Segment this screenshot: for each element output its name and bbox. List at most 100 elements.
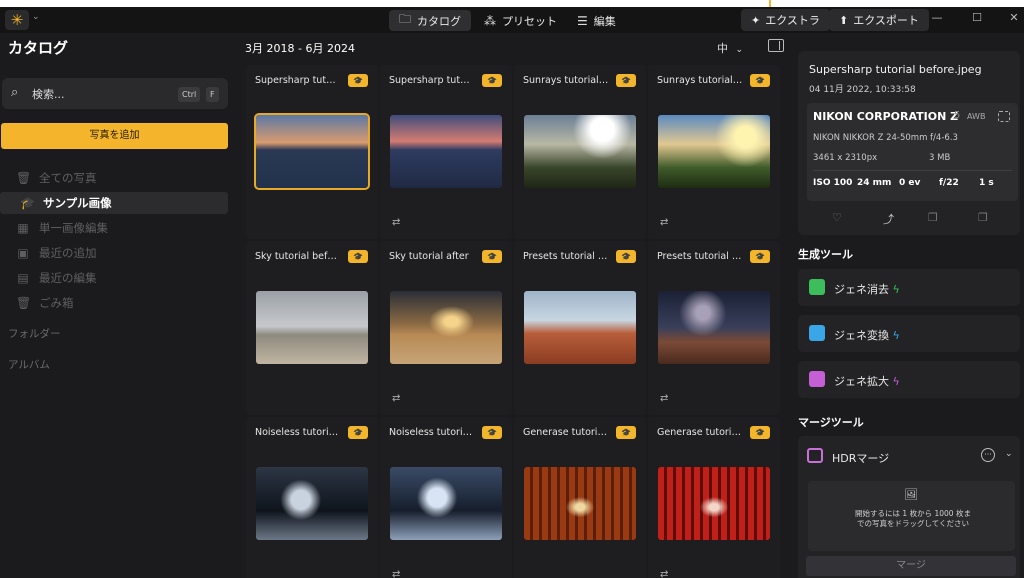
- gen-transform-button[interactable]: ジェネ変換 ϟ: [798, 315, 1020, 352]
- sidebar-item-trash[interactable]: 🗑 ごみ箱: [16, 292, 74, 314]
- photo-thumbnail[interactable]: [390, 467, 502, 540]
- camera-model-suffix: 5: [954, 110, 961, 121]
- photo-card[interactable]: Noiseless tutorial before.jpeg 🎓: [246, 417, 378, 578]
- photo-card[interactable]: Sky tutorial before 🎓: [246, 241, 378, 415]
- extra-label: エクストラ: [765, 14, 820, 27]
- text-cursor: [769, 0, 771, 7]
- photo-thumbnail[interactable]: [658, 115, 770, 188]
- photo-title: Generase tutorial before.jpeg: [523, 427, 609, 438]
- extra-button[interactable]: ✦ エクストラ: [741, 9, 830, 31]
- sidebar-item-recent-added[interactable]: ▣ 最近の追加: [16, 242, 96, 264]
- sidebar-item-recent-edited[interactable]: ▤ 最近の編集: [16, 267, 97, 289]
- chevron-down-icon[interactable]: ⌄: [1005, 449, 1013, 459]
- photo-card[interactable]: Supersharp tutorial after.jpeg 🎓 ⇄: [380, 65, 512, 239]
- photo-card[interactable]: Presets tutorial before.jpeg 🎓: [514, 241, 646, 415]
- photo-thumbnail[interactable]: [256, 291, 368, 364]
- copy-icon[interactable]: ❐: [928, 211, 938, 224]
- edited-sliders-icon: ⇄: [660, 217, 669, 228]
- photo-thumbnail[interactable]: [254, 113, 370, 190]
- tool-label: ジェネ拡大 ϟ: [834, 375, 900, 388]
- edited-sliders-icon: ⇄: [392, 217, 401, 228]
- title-bar: ✳ ⌄ 🗀 カタログ ⁂ プリセット ☰ 編集 ✦ エクストラ ⬆ エクスポート…: [0, 7, 1024, 33]
- paste-icon[interactable]: ❐: [978, 211, 988, 224]
- photo-card[interactable]: Sunrays tutorial before.jpeg 🎓: [514, 65, 646, 239]
- photo-thumbnail[interactable]: [524, 115, 636, 188]
- tab-label: 編集: [593, 14, 616, 28]
- camera-maker: NIKON CORPORATION Z: [813, 110, 959, 123]
- photo-thumbnail[interactable]: [524, 467, 636, 540]
- chevron-down-icon[interactable]: ⌄: [32, 12, 40, 22]
- add-photos-button[interactable]: 写真を追加: [1, 123, 228, 149]
- sidebar-item-label: 最近の編集: [39, 271, 97, 285]
- photo-thumbnail[interactable]: [256, 467, 368, 540]
- export-button[interactable]: ⬆ エクスポート: [829, 9, 929, 31]
- graduation-cap-icon: 🎓: [750, 74, 770, 87]
- photo-thumbnail[interactable]: [390, 291, 502, 364]
- zoom-label: 中: [717, 42, 728, 55]
- sparkle-icon: ⁂: [484, 13, 496, 28]
- photo-card[interactable]: Noiseless tutorial after.jpeg 🎓 ⇄: [380, 417, 512, 578]
- photo-title: Noiseless tutorial before.jpeg: [255, 427, 341, 438]
- sidebar-section-folders[interactable]: フォルダー: [8, 326, 61, 341]
- photo-thumbnail[interactable]: [658, 291, 770, 364]
- graduation-cap-icon: 🎓: [348, 426, 368, 439]
- drop-instructions: 開始するには 1 枚から 1000 枚までの写真をドラッグしてください: [855, 509, 971, 528]
- tab-label: カタログ: [417, 14, 462, 28]
- graduation-cap-icon: 🎓: [616, 426, 636, 439]
- photo-card[interactable]: Presets tutorial after.jpeg 🎓 ⇄: [648, 241, 780, 415]
- zoom-select[interactable]: 中 ⌄: [717, 40, 743, 56]
- resolution: 3461 x 2310px: [813, 153, 878, 163]
- sidebar-item-samples[interactable]: 🎓 サンプル画像: [0, 192, 228, 214]
- search-input[interactable]: ⌕ 検索... Ctrl F: [2, 78, 228, 109]
- graduation-cap-icon: 🎓: [616, 74, 636, 87]
- lens-name: NIKON NIKKOR Z 24-50mm f/4-6.3: [813, 133, 958, 143]
- photo-title: Sky tutorial after: [389, 251, 469, 262]
- minimize-icon[interactable]: —: [927, 11, 947, 24]
- tab-edit[interactable]: ☰ 編集: [567, 10, 626, 31]
- photo-card[interactable]: Generase tutorial after.jpeg 🎓 ⇄: [648, 417, 780, 578]
- transform-icon: [809, 325, 825, 341]
- graduation-cap-icon: 🎓: [482, 74, 502, 87]
- rotate-icon[interactable]: ⤴: [883, 211, 894, 227]
- graduation-cap-icon: 🎓: [750, 250, 770, 263]
- sidebar-item-all-photos[interactable]: 🗑 全ての写真: [16, 167, 97, 189]
- divider: [813, 170, 1012, 171]
- more-options-icon[interactable]: ···: [981, 448, 995, 462]
- trash-can-icon: 🗑: [16, 171, 32, 185]
- awb-label: AWB: [967, 112, 986, 121]
- gen-expand-button[interactable]: ジェネ拡大 ϟ: [798, 361, 1020, 398]
- gen-tools-title: 生成ツール: [798, 248, 853, 261]
- sidebar-item-label: サンプル画像: [43, 196, 112, 210]
- photo-card[interactable]: Sky tutorial after 🎓 ⇄: [380, 241, 512, 415]
- sparkle-icon: ✦: [751, 13, 761, 27]
- photo-card[interactable]: Supersharp tutorial before.jpeg 🎓: [246, 65, 378, 239]
- edited-sliders-icon: ⇄: [392, 569, 401, 578]
- photo-filename: Supersharp tutorial before.jpeg: [809, 63, 982, 76]
- graduation-cap-icon: 🎓: [348, 250, 368, 263]
- graduation-cap-icon: 🎓: [750, 426, 770, 439]
- merge-button[interactable]: マージ: [806, 556, 1016, 576]
- exif-card: NIKON CORPORATION Z 5 AWB NIKON NIKKOR Z…: [807, 103, 1018, 201]
- photo-card[interactable]: Sunrays tutorial after.jpeg 🎓 ⇄: [648, 65, 780, 239]
- panel-toggle-icon[interactable]: [768, 39, 784, 52]
- search-icon: ⌕: [11, 85, 19, 100]
- sidebar-section-albums[interactable]: アルバム: [8, 357, 50, 372]
- exposure-value: 0 ev: [899, 178, 921, 188]
- hdr-label: HDRマージ: [832, 452, 890, 465]
- gen-erase-button[interactable]: ジェネ消去 ϟ: [798, 269, 1020, 306]
- sidebar-item-single-edit[interactable]: ▦ 単一画像編集: [16, 217, 108, 239]
- photo-thumbnail[interactable]: [524, 291, 636, 364]
- tab-catalog[interactable]: 🗀 カタログ: [389, 10, 472, 31]
- photo-thumbnail[interactable]: [658, 467, 770, 540]
- photo-card[interactable]: Generase tutorial before.jpeg 🎓: [514, 417, 646, 578]
- maximize-icon[interactable]: ☐: [967, 11, 987, 24]
- photo-title: Sky tutorial before: [255, 251, 341, 262]
- close-icon[interactable]: ✕: [1004, 11, 1024, 24]
- page-title: カタログ: [8, 39, 69, 57]
- app-logo-icon[interactable]: ✳: [5, 10, 29, 30]
- shutter-speed: 1 s: [979, 178, 994, 188]
- photo-drop-zone[interactable]: 🖼 開始するには 1 枚から 1000 枚までの写真をドラッグしてください: [808, 481, 1015, 551]
- photo-thumbnail[interactable]: [390, 115, 502, 188]
- tab-presets[interactable]: ⁂ プリセット: [474, 10, 567, 31]
- heart-icon[interactable]: ♡: [832, 211, 842, 224]
